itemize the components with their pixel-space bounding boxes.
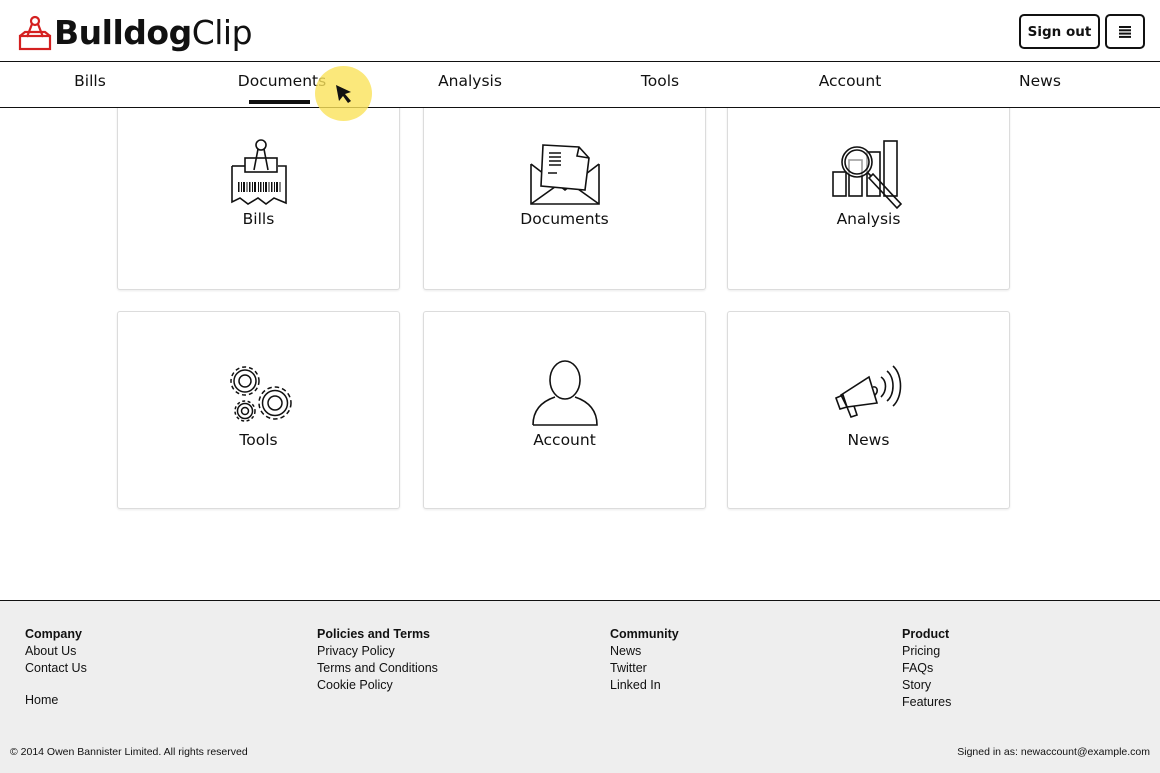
footer-heading: Product [902, 627, 950, 641]
footer-link-story[interactable]: Story [902, 677, 951, 694]
card-label: News [847, 431, 890, 449]
footer-column-company: Company About Us Contact Us Home [25, 626, 87, 709]
footer-link-about-us[interactable]: About Us [25, 643, 87, 660]
user-silhouette-icon [531, 360, 598, 426]
brand-name-bold: Bulldog [54, 13, 192, 52]
nav-item-label: Documents [237, 72, 327, 104]
footer-link-features[interactable]: Features [902, 694, 951, 711]
nav-item-bills[interactable]: Bills [0, 72, 185, 90]
card-label: Analysis [836, 210, 901, 228]
nav-item-label: Account [818, 72, 882, 90]
footer-link-twitter[interactable]: Twitter [610, 660, 679, 677]
envelope-document-icon [529, 144, 600, 205]
active-tab-underline [248, 100, 311, 104]
footer-link-linkedin[interactable]: Linked In [610, 677, 679, 694]
card-account[interactable]: Account [423, 311, 706, 509]
hamburger-icon [1119, 25, 1131, 38]
footer-link-faqs[interactable]: FAQs [902, 660, 951, 677]
card-documents[interactable]: Documents [423, 80, 706, 290]
site-header: BulldogClip Sign out [0, 0, 1160, 62]
signed-in-status: Signed in as: newaccount@example.com [957, 746, 1150, 758]
card-news[interactable]: News [727, 311, 1010, 509]
footer-column-policies: Policies and Terms Privacy Policy Terms … [317, 626, 438, 694]
nav-item-label: Bills [74, 72, 106, 90]
brand-name: BulldogClip [54, 13, 253, 52]
card-label: Documents [520, 210, 609, 228]
nav-item-account[interactable]: Account [755, 72, 945, 90]
bar-chart-magnifier-icon [831, 140, 902, 210]
brand-logo[interactable]: BulldogClip [17, 13, 253, 52]
footer-column-community: Community News Twitter Linked In [610, 626, 679, 694]
footer-link-pricing[interactable]: Pricing [902, 643, 951, 660]
card-label: Bills [242, 210, 275, 228]
footer-heading: Company [25, 627, 82, 641]
gears-icon [229, 366, 292, 422]
brand-name-light: Clip [191, 13, 253, 52]
nav-item-tools[interactable]: Tools [565, 72, 755, 90]
nav-item-news[interactable]: News [945, 72, 1135, 90]
megaphone-icon [834, 365, 901, 418]
nav-item-label: Tools [640, 72, 680, 90]
card-label: Tools [239, 431, 278, 449]
card-analysis[interactable]: Analysis [727, 80, 1010, 290]
card-label: Account [533, 431, 596, 449]
footer-link-contact-us[interactable]: Contact Us [25, 660, 87, 677]
footer-heading: Policies and Terms [317, 627, 431, 641]
footer-column-product: Product Pricing FAQs Story Features [902, 626, 951, 711]
card-tools[interactable]: Tools [117, 311, 400, 509]
footer-spacer [25, 677, 87, 692]
sign-out-button[interactable]: Sign out [1019, 14, 1100, 49]
nav-item-label: Analysis [438, 72, 502, 90]
receipt-clip-icon [230, 139, 287, 205]
menu-button[interactable] [1105, 14, 1145, 49]
main-nav: Bills Documents Analysis Tools Account N… [0, 62, 1160, 108]
nav-item-label: News [1019, 72, 1061, 90]
nav-item-label-text: Documents [237, 72, 327, 90]
footer-link-cookie-policy[interactable]: Cookie Policy [317, 677, 438, 694]
footer-link-news[interactable]: News [610, 643, 679, 660]
footer-link-privacy-policy[interactable]: Privacy Policy [317, 643, 438, 660]
bulldog-clip-logo-icon [18, 15, 52, 51]
footer-link-terms[interactable]: Terms and Conditions [317, 660, 438, 677]
copyright-text: © 2014 Owen Bannister Limited. All right… [10, 746, 248, 758]
site-footer: Company About Us Contact Us Home Policie… [0, 600, 1160, 773]
footer-link-home[interactable]: Home [25, 692, 87, 709]
nav-item-analysis[interactable]: Analysis [375, 72, 565, 90]
footer-heading: Community [610, 627, 679, 641]
mouse-pointer-icon [336, 85, 351, 103]
